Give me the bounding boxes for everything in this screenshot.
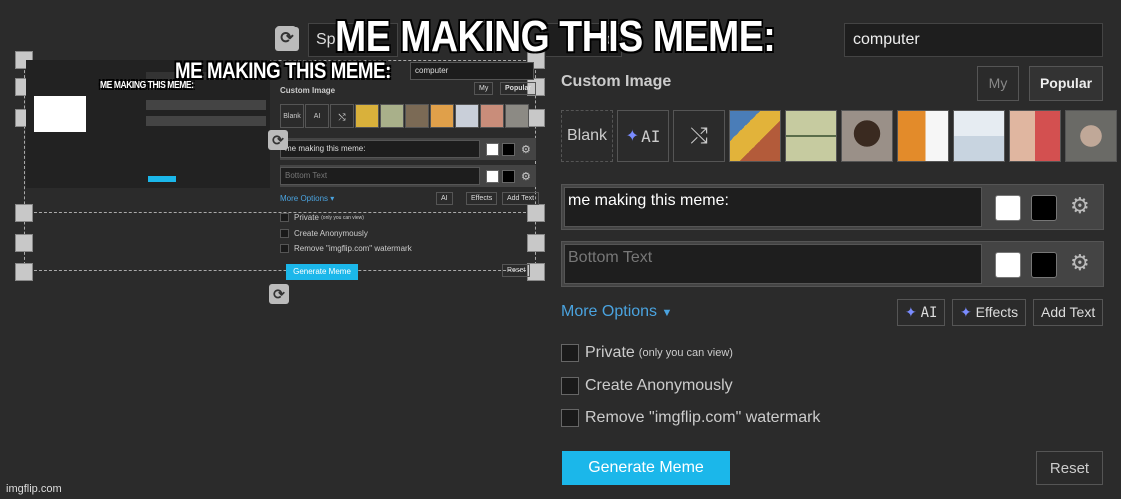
shuffle-icon: ⤭ (690, 123, 708, 148)
sparkle-icon: ✦ (905, 304, 917, 320)
more-options-link[interactable]: More Options ▼ (561, 303, 672, 321)
bottom-text-input[interactable]: Bottom Text (564, 244, 982, 284)
resize-handle[interactable] (15, 234, 33, 252)
mini-swatch-black (502, 169, 515, 183)
add-text-button[interactable]: Add Text (1033, 299, 1104, 326)
ai-button[interactable]: ✦ AI (897, 299, 946, 326)
mini-reset-button: Reset (502, 264, 531, 277)
private-option[interactable]: Private (only you can view) (561, 344, 733, 362)
mini-thumb (405, 104, 429, 128)
mini-add-text-button: Add Text (502, 192, 540, 205)
caret-down-icon: ▼ (661, 307, 673, 319)
mini-section-label: Custom Image (280, 86, 336, 95)
top-text-row: me making this meme: ⚙ (561, 184, 1104, 230)
mini-tab-my: My (474, 82, 494, 95)
template-thumb[interactable] (785, 110, 837, 162)
sparkle-icon: ✦ (625, 128, 640, 145)
shuffle-button[interactable]: ⤭ (673, 110, 725, 162)
mini-search-input: computer (410, 62, 534, 80)
resize-handle[interactable] (15, 204, 33, 222)
mini-swatch-white (486, 142, 499, 156)
mini-anonymous-row: Create Anonymously (280, 229, 368, 238)
rotate-icon[interactable]: ⟳ (275, 27, 299, 51)
outline-color-white[interactable] (995, 252, 1021, 278)
tab-my[interactable]: My (977, 66, 1019, 101)
rotate-icon: ⟳ (269, 284, 289, 304)
meme-caption-big: ME MAKING THIS MEME: (335, 12, 776, 61)
rotate-handle-icon[interactable]: ⟳ (268, 130, 288, 150)
mini-template-row: Blank AI ⤭ (280, 104, 530, 128)
tab-popular[interactable]: Popular (1029, 66, 1103, 101)
resize-handle[interactable] (15, 263, 33, 281)
mini-swatch-white (486, 169, 499, 183)
ai-template-button[interactable]: ✦ AI (617, 110, 669, 162)
mini-thumb (430, 104, 454, 128)
mini-gear-icon: ⚙ (521, 143, 531, 156)
mini-shuffle-icon: ⤭ (330, 104, 354, 128)
mini-tab-popular: Popular (500, 82, 537, 95)
template-thumb[interactable] (729, 110, 781, 162)
top-text-input[interactable]: me making this meme: (564, 187, 982, 227)
watermark-checkbox[interactable] (561, 409, 579, 427)
mini-bottom-text-row: Bottom Text ⚙ (280, 165, 536, 187)
sparkle-icon: ✦ (960, 304, 972, 320)
mini-gear-icon: ⚙ (521, 170, 531, 183)
mini-thumb (380, 104, 404, 128)
mini-ai-button: AI (436, 192, 453, 205)
mini-swatch-black (502, 142, 515, 156)
mini-top-text-row: me making this meme: ⚙ (280, 138, 536, 160)
mini-bottom-text: Bottom Text (280, 167, 480, 185)
mini-effects-button: Effects (466, 192, 498, 205)
outline-color-white[interactable] (995, 195, 1021, 221)
gear-icon[interactable]: ⚙ (1070, 193, 1090, 219)
imgflip-watermark: imgflip.com (6, 483, 62, 495)
mini-top-text: me making this meme: (280, 140, 480, 158)
text-color-black[interactable] (1031, 252, 1057, 278)
private-checkbox[interactable] (561, 344, 579, 362)
template-thumb[interactable] (953, 110, 1005, 162)
mini-blank-tile: Blank (280, 104, 304, 128)
mini-thumb (455, 104, 479, 128)
nested-row (146, 100, 266, 110)
text-color-black[interactable] (1031, 195, 1057, 221)
mini-thumb (355, 104, 379, 128)
template-thumb[interactable] (897, 110, 949, 162)
nested-image (34, 96, 86, 132)
custom-image-label: Custom Image (561, 73, 672, 90)
bottom-text-row: Bottom Text ⚙ (561, 241, 1104, 287)
template-thumb[interactable] (1065, 110, 1117, 162)
template-thumb[interactable] (841, 110, 893, 162)
effects-button[interactable]: ✦ Effects (952, 299, 1027, 326)
watermark-option[interactable]: Remove "imgflip.com" watermark (561, 409, 820, 427)
generate-meme-button[interactable]: Generate Meme (562, 451, 730, 485)
anonymous-option[interactable]: Create Anonymously (561, 377, 733, 395)
mini-generate-button: Generate Meme (286, 264, 358, 280)
mini-ai-tile: AI (305, 104, 329, 128)
template-picker: Blank ✦ AI ⤭ (561, 110, 1121, 162)
template-search-input[interactable] (844, 23, 1103, 57)
meme-editor-panel: d Custom Image My Popular Blank ✦ AI ⤭ m… (546, 0, 1121, 499)
gear-icon[interactable]: ⚙ (1070, 250, 1090, 276)
template-thumb[interactable] (1009, 110, 1061, 162)
mini-thumb (480, 104, 504, 128)
reset-button[interactable]: Reset (1036, 451, 1103, 485)
mini-watermark-row: Remove "imgflip.com" watermark (280, 244, 412, 253)
meme-canvas[interactable]: ME MAKING THIS MEME: ⟳ Sp computer Custo… (0, 0, 546, 499)
mini-thumb (505, 104, 529, 128)
nested-generate (148, 176, 176, 182)
nested-row (146, 116, 266, 126)
mini-private-row: Private (only you can view) (280, 213, 364, 222)
blank-template-button[interactable]: Blank (561, 110, 613, 162)
mini-more-options: More Options ▾ (280, 194, 335, 203)
anonymous-checkbox[interactable] (561, 377, 579, 395)
